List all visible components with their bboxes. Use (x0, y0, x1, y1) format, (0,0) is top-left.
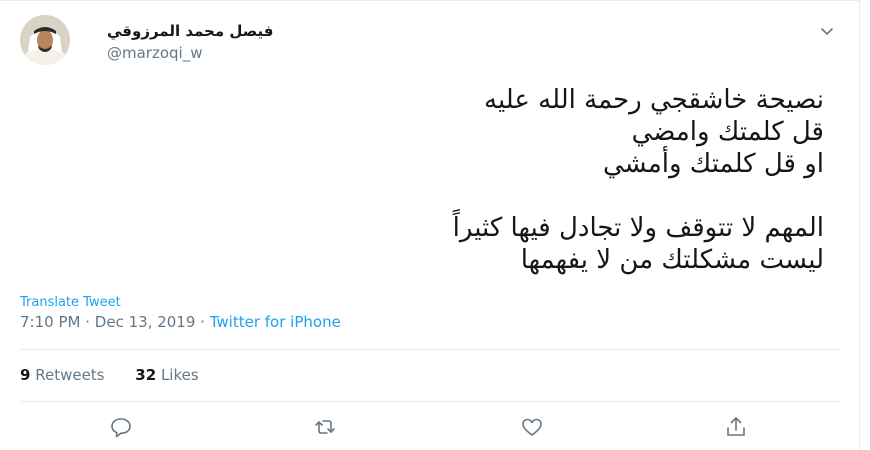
retweets-stat[interactable]: 9 Retweets (20, 366, 105, 384)
tweet-source-link[interactable]: Twitter for iPhone (210, 313, 341, 331)
heart-icon[interactable] (519, 414, 545, 440)
likes-count: 32 (135, 366, 157, 384)
user-handle[interactable]: @marzoqi_w (107, 44, 202, 62)
tweet-line: المهم لا تتوقف ولا تجادل فيها كثيراً (452, 213, 824, 243)
avatar[interactable] (20, 15, 70, 65)
display-name[interactable]: فيصل محمد المرزوقي (107, 22, 274, 40)
retweets-label: Retweets (35, 366, 105, 384)
retweets-count: 9 (20, 366, 31, 384)
tweet-line: ليست مشكلتك من لا يفهمها (520, 245, 824, 275)
likes-stat[interactable]: 32 Likes (135, 366, 198, 384)
meta-separator: · (200, 313, 205, 331)
top-divider (0, 0, 860, 1)
tweet-time[interactable]: 7:10 PM (20, 313, 80, 331)
tweet-line: نصيحة خاشقجي رحمة الله عليه (484, 85, 824, 115)
translate-tweet-link[interactable]: Translate Tweet (20, 295, 121, 310)
tweet-card: فيصل محمد المرزوقي @marzoqi_w نصيحة خاشق… (0, 0, 860, 450)
tweet-text: نصيحة خاشقجي رحمة الله عليه قل كلمتك وام… (44, 84, 824, 276)
likes-label: Likes (160, 366, 199, 384)
tweet-metadata: 7:10 PM · Dec 13, 2019 · Twitter for iPh… (20, 313, 341, 331)
reply-icon[interactable] (108, 414, 134, 440)
stats-top-divider (20, 349, 840, 350)
chevron-down-icon[interactable] (818, 22, 836, 40)
tweet-line: قل كلمتك وامضي (631, 117, 824, 147)
share-icon[interactable] (723, 414, 749, 440)
tweet-line: او قل كلمتك وأمشي (602, 149, 824, 179)
retweet-icon[interactable] (312, 414, 338, 440)
tweet-date[interactable]: Dec 13, 2019 (95, 313, 196, 331)
meta-separator: · (85, 313, 91, 331)
tweet-stats: 9 Retweets 32 Likes (20, 366, 199, 384)
actions-top-divider (20, 401, 840, 402)
